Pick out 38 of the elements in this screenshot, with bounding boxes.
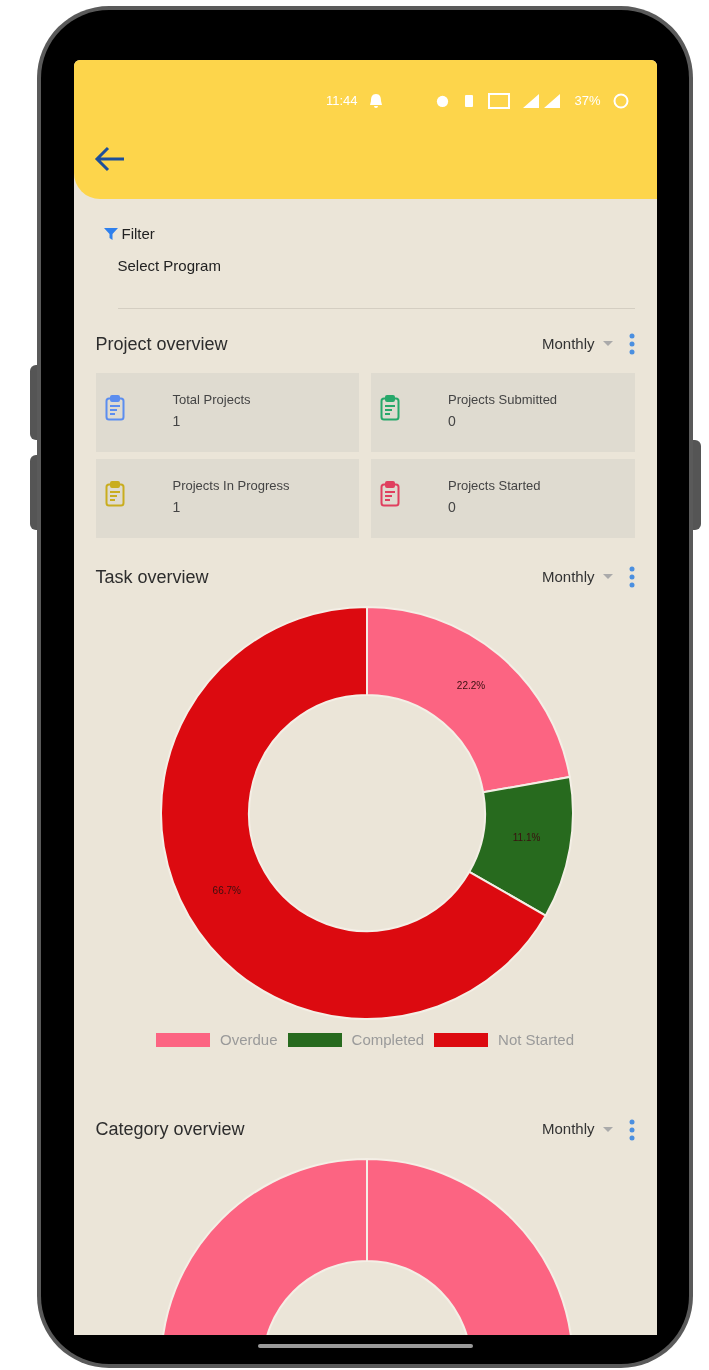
stat-value: 0 — [448, 498, 457, 517]
legend-swatch — [434, 1032, 489, 1047]
filter-icon — [103, 226, 118, 241]
program-select[interactable]: Select Program — [117, 255, 418, 278]
caret-icon — [602, 574, 613, 580]
section-title: Category overview — [95, 1118, 245, 1141]
period-dropdown[interactable]: Monthly — [541, 565, 613, 589]
legend-swatch — [156, 1032, 210, 1047]
period-dropdown[interactable]: Monthly — [541, 332, 613, 356]
filter-label: Filter — [121, 223, 155, 244]
stat-value: 0 — [448, 412, 457, 431]
battery-icon — [612, 92, 629, 109]
stat-label: Projects In Progress — [172, 476, 290, 495]
slice-label: 22.2% — [456, 679, 486, 691]
period-dropdown[interactable]: Monthly — [541, 1118, 613, 1141]
more-options-icon[interactable] — [628, 566, 635, 588]
stat-label: Total Projects — [172, 390, 251, 409]
more-options-icon[interactable] — [628, 1118, 635, 1141]
bell-icon — [369, 92, 384, 109]
stat-value: 1 — [172, 412, 182, 431]
slice-label: 66.7% — [212, 884, 241, 896]
slice-label: 11.1% — [512, 831, 541, 843]
more-options-icon[interactable] — [628, 333, 635, 355]
status-time: 11:44 — [325, 92, 358, 110]
section-title: Project overview — [95, 332, 228, 356]
section-title: Task overview — [95, 565, 209, 589]
legend-label: Overdue — [220, 1029, 278, 1050]
caret-icon — [602, 1126, 613, 1133]
legend-swatch — [287, 1032, 342, 1047]
battery-percent: 37% — [574, 92, 601, 110]
legend-label: Not Started — [498, 1029, 574, 1050]
signal-icon — [522, 92, 563, 109]
stat-label: Projects Submitted — [448, 390, 558, 409]
caret-icon — [602, 341, 613, 347]
stat-value: 1 — [172, 498, 182, 517]
legend-label: Completed — [351, 1029, 425, 1050]
back-arrow-icon — [93, 145, 126, 172]
stat-label: Projects Started — [448, 476, 541, 495]
